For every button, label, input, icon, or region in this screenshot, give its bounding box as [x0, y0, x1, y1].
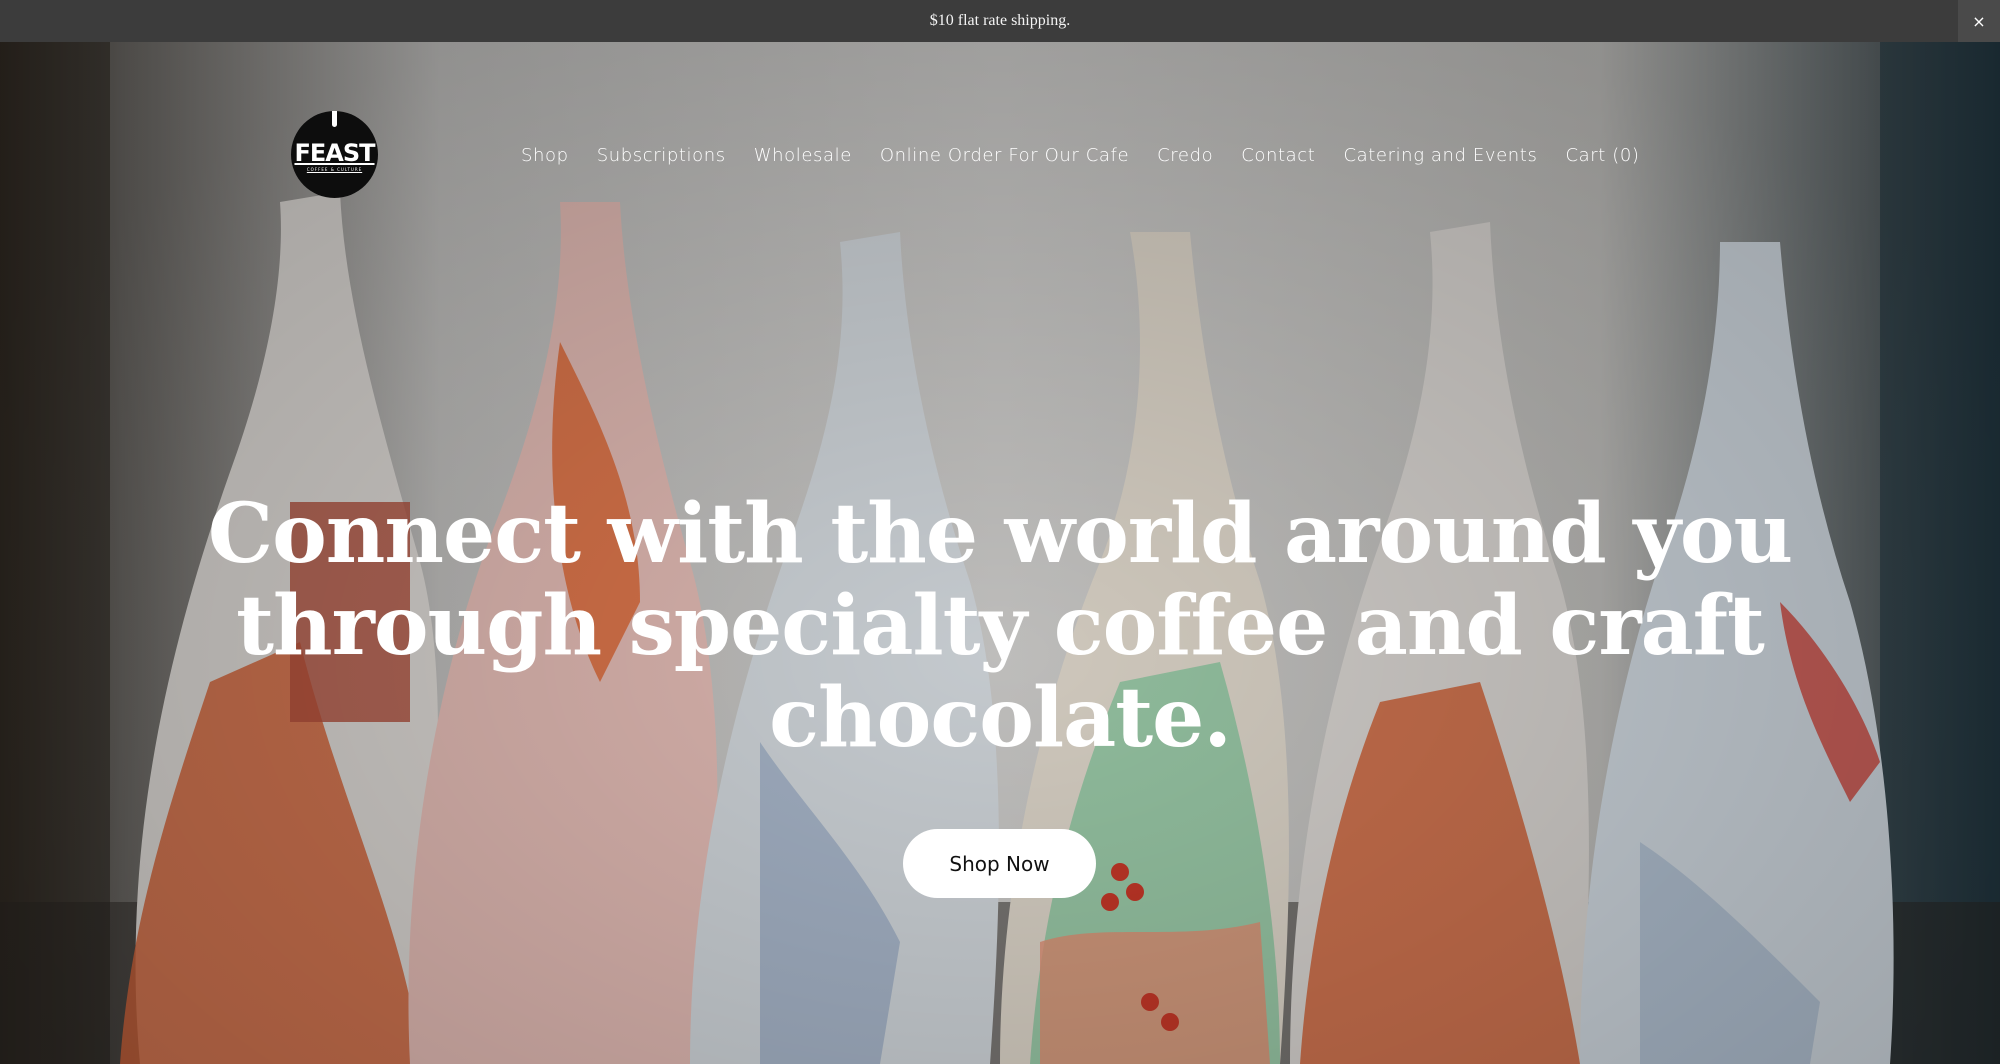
logo-wordmark: FEAST — [294, 139, 375, 167]
announcement-bar: $10 flat rate shipping. × — [0, 0, 2000, 42]
site-logo[interactable]: FEAST COFFEE & CULTURE — [291, 111, 378, 198]
nav-item-subscriptions[interactable]: Subscriptions — [597, 145, 726, 166]
nav-item-wholesale[interactable]: Wholesale — [754, 145, 852, 166]
close-icon[interactable]: × — [1958, 0, 2000, 42]
nav-item-catering[interactable]: Catering and Events — [1343, 145, 1537, 166]
headline-line-3: chocolate. — [769, 670, 1232, 766]
nav-item-online-order[interactable]: Online Order For Our Cafe — [880, 145, 1129, 166]
hero-headline: Connect with the world around you throug… — [200, 488, 1800, 764]
logo-tagline: COFFEE & CULTURE — [306, 167, 363, 172]
nav-item-credo[interactable]: Credo — [1157, 145, 1213, 166]
nav-item-contact[interactable]: Contact — [1241, 145, 1315, 166]
headline-line-2: through specialty coffee and craft — [236, 578, 1765, 674]
announcement-text: $10 flat rate shipping. — [929, 12, 1071, 29]
main-navigation: Shop Subscriptions Wholesale Online Orde… — [521, 142, 1640, 168]
headline-line-1: Connect with the world around you — [207, 486, 1793, 582]
logo-drop-icon — [332, 111, 337, 127]
nav-item-shop[interactable]: Shop — [521, 145, 569, 166]
shop-now-button[interactable]: Shop Now — [903, 829, 1096, 898]
nav-item-cart[interactable]: Cart (0) — [1565, 145, 1639, 166]
